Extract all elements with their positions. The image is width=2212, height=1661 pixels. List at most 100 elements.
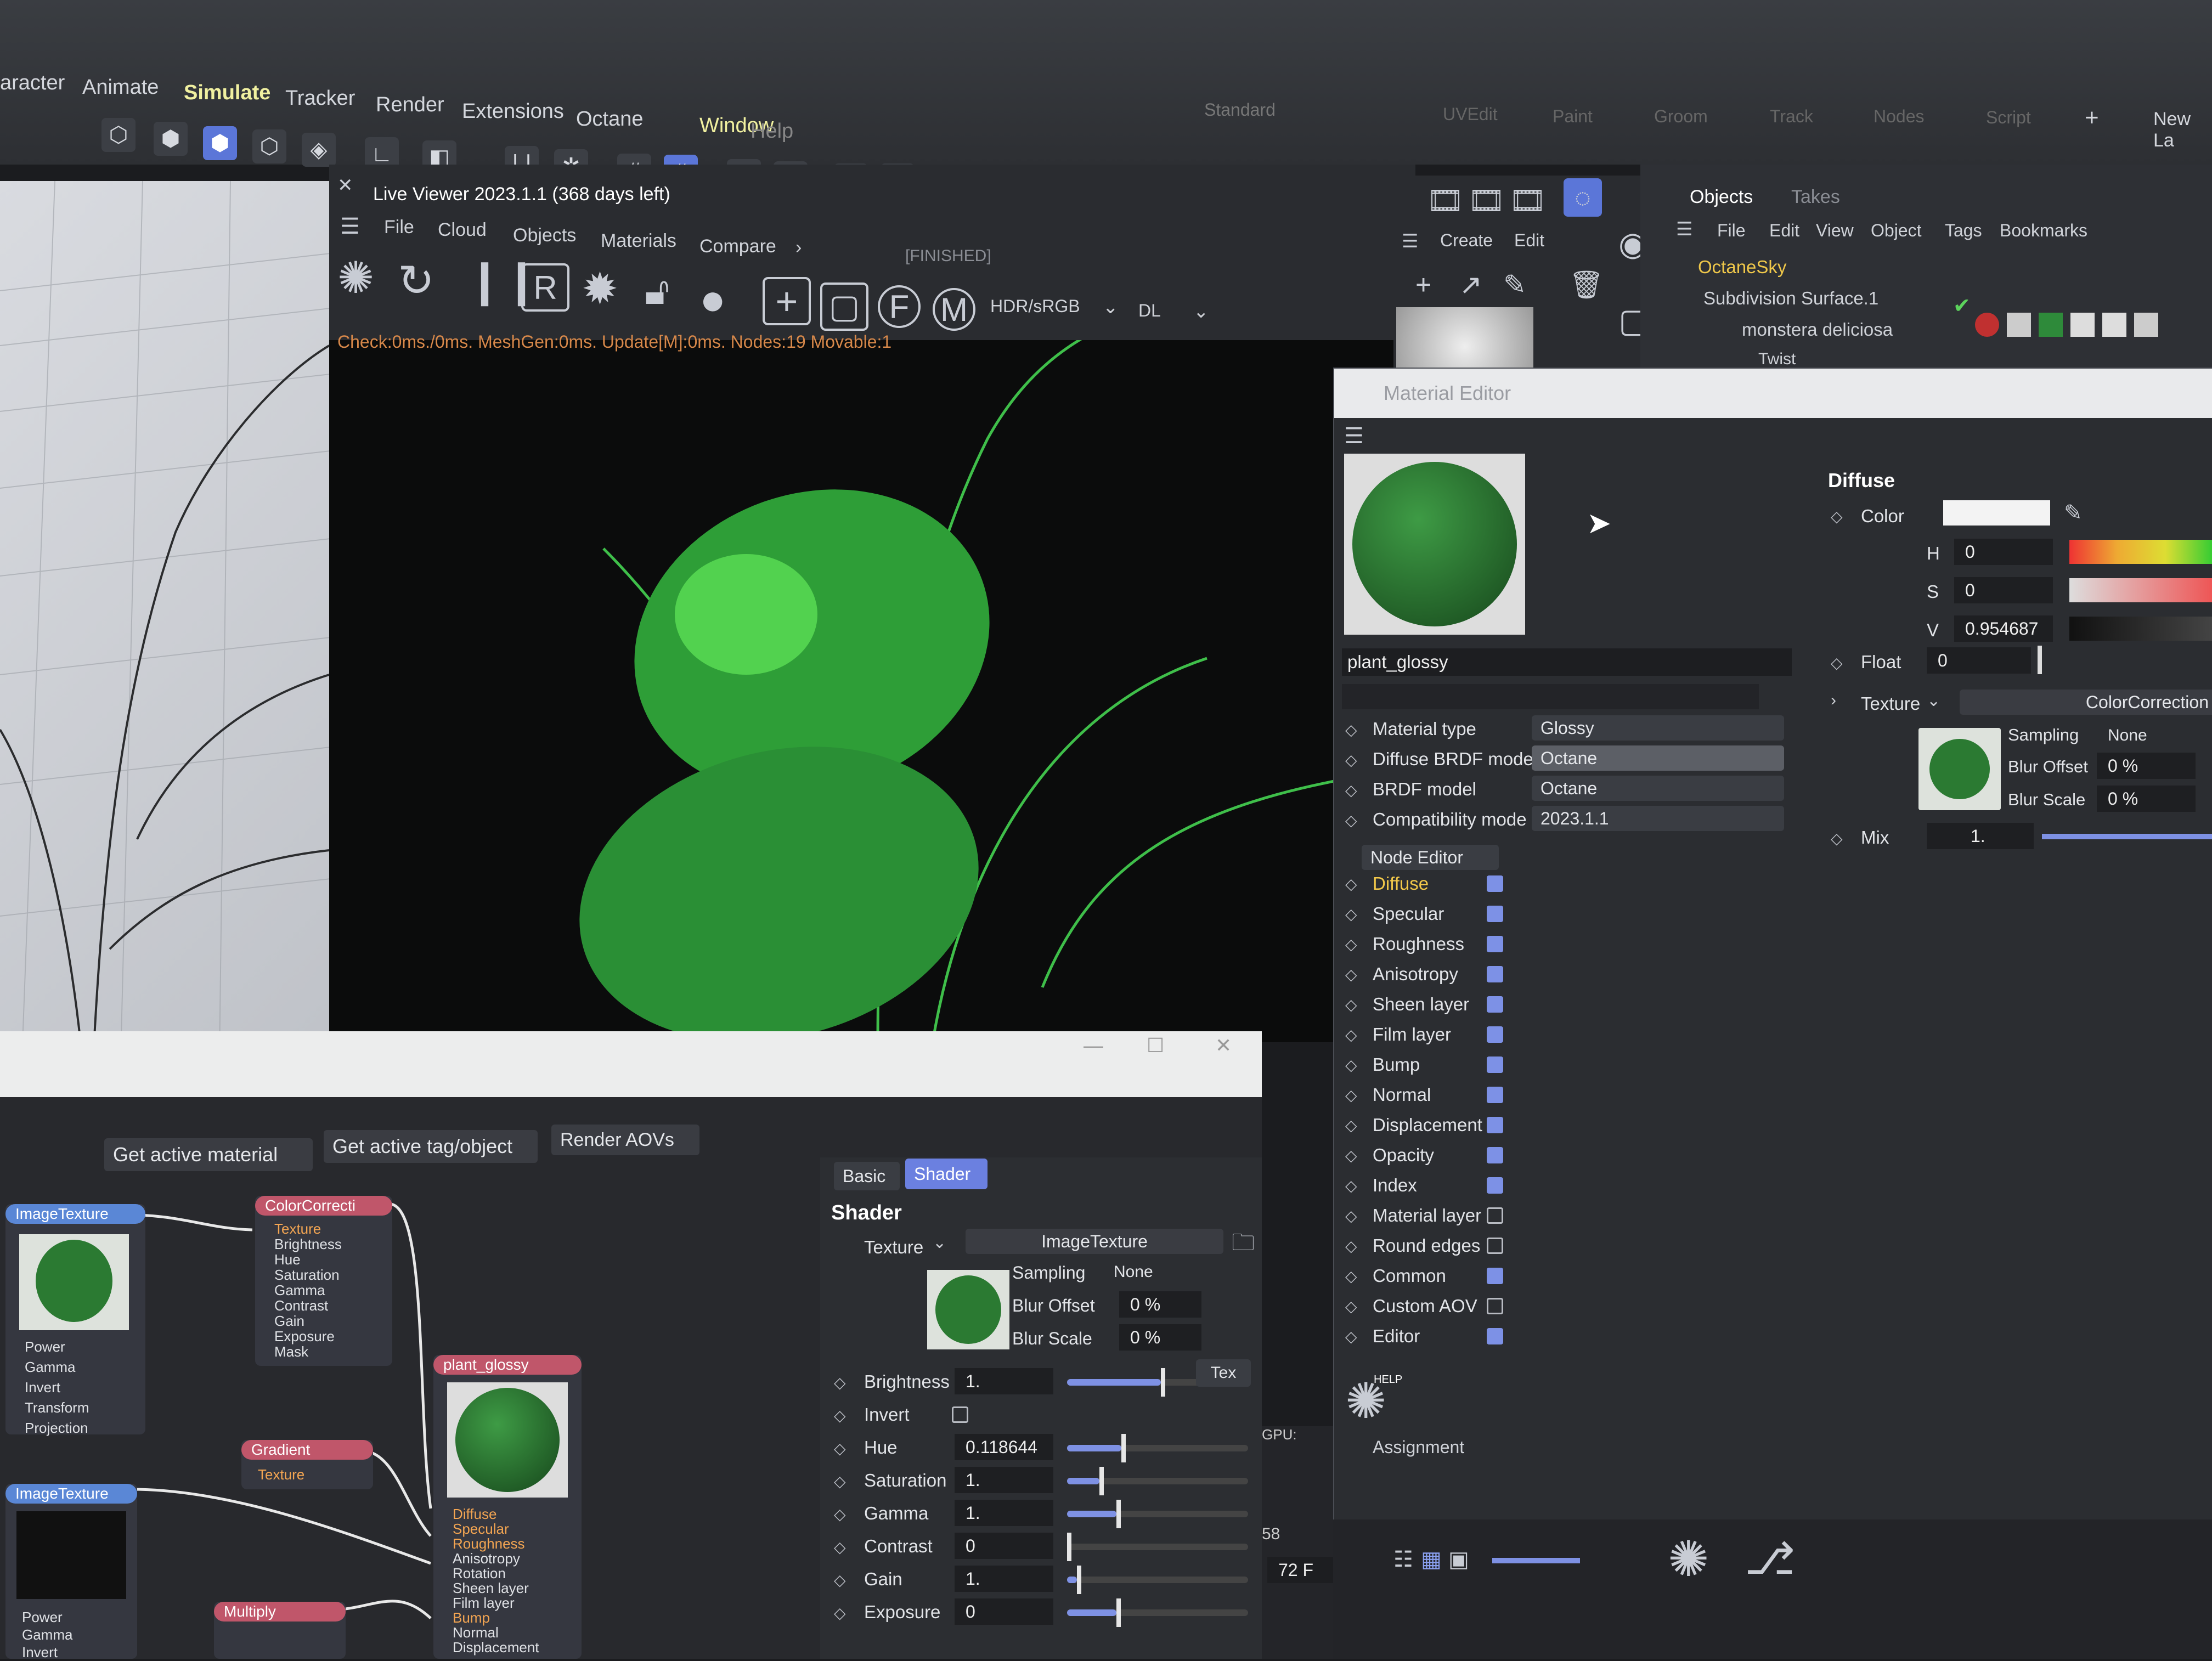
material-name-field[interactable]: plant_glossy bbox=[1342, 648, 1792, 676]
new-layout-button[interactable]: New La bbox=[2153, 109, 2212, 151]
obj-menu-bookmarks[interactable]: Bookmarks bbox=[2000, 221, 2087, 241]
grid-view-icon[interactable]: ▦ bbox=[1421, 1547, 1442, 1572]
node-image-texture-1[interactable]: ImageTexture Power Gamma Invert Transfor… bbox=[5, 1204, 145, 1437]
channel-checkbox[interactable] bbox=[1487, 1268, 1503, 1284]
menu-tracker[interactable]: Tracker bbox=[285, 87, 355, 110]
channel-checkbox[interactable] bbox=[1487, 936, 1503, 952]
keyframe-diamond-icon[interactable]: ◇ bbox=[1345, 1026, 1357, 1044]
port-gamma[interactable]: Gamma bbox=[22, 1626, 72, 1643]
arrow-icon[interactable]: ↗ bbox=[1459, 269, 1482, 301]
port-invert[interactable]: Invert bbox=[25, 1379, 60, 1396]
channel-roughness[interactable]: Roughness bbox=[1373, 934, 1464, 954]
layout-paint[interactable]: Paint bbox=[1553, 106, 1593, 127]
render-picture-icon[interactable]: 🎞︎ bbox=[1468, 184, 1505, 218]
keyframe-diamond-icon[interactable]: ◇ bbox=[834, 1472, 846, 1490]
channel-normal[interactable]: Normal bbox=[1373, 1084, 1431, 1105]
render-aovs-button[interactable]: Render AOVs bbox=[551, 1125, 699, 1155]
port-displacement[interactable]: Displacement bbox=[453, 1639, 539, 1656]
lv-menu-file[interactable]: File bbox=[384, 217, 414, 238]
create-menu[interactable]: Create bbox=[1440, 230, 1493, 251]
lv-menu-materials[interactable]: Materials bbox=[601, 230, 676, 252]
port-texture[interactable]: Texture bbox=[258, 1466, 304, 1483]
param-brightness-field[interactable]: 1. bbox=[955, 1368, 1053, 1394]
channel-film-layer[interactable]: Film layer bbox=[1373, 1024, 1451, 1045]
hue-slider[interactable] bbox=[2069, 540, 2212, 564]
slider-knob[interactable] bbox=[1099, 1467, 1104, 1495]
node-editor-button[interactable]: Node Editor bbox=[1362, 845, 1499, 870]
trash-icon[interactable]: 🗑︎ bbox=[1569, 269, 1604, 301]
keyframe-diamond-icon[interactable]: ◇ bbox=[1345, 996, 1357, 1014]
channel-checkbox[interactable] bbox=[1487, 1177, 1503, 1194]
material-path-field[interactable] bbox=[1342, 684, 1759, 709]
port-saturation[interactable]: Saturation bbox=[274, 1267, 340, 1284]
object-row-monstera[interactable]: monstera deliciosa bbox=[1742, 319, 1893, 340]
folder-icon[interactable]: 🗀︎ bbox=[1232, 1226, 1255, 1265]
polygons-mode-icon[interactable]: ◈ bbox=[302, 133, 336, 167]
channel-index[interactable]: Index bbox=[1373, 1175, 1417, 1196]
keyframe-diamond-icon[interactable]: ◇ bbox=[1345, 1207, 1357, 1225]
keyframe-diamond-icon[interactable]: ◇ bbox=[834, 1538, 846, 1556]
param-exposure-slider[interactable] bbox=[1067, 1598, 1248, 1627]
menu-animate[interactable]: Animate bbox=[82, 76, 159, 99]
restart-render-icon[interactable]: ↻ bbox=[398, 255, 435, 306]
edit-render-icon[interactable]: 🎞︎ bbox=[1509, 184, 1547, 218]
node-color-correction[interactable]: ColorCorrecti Texture Brightness Hue Satura… bbox=[255, 1196, 392, 1366]
obj-menu-tags[interactable]: Tags bbox=[1945, 221, 1982, 241]
octane-logo-icon[interactable]: ✺ bbox=[337, 252, 374, 303]
large-view-icon[interactable]: ▣ bbox=[1448, 1547, 1469, 1572]
channel-checkbox[interactable] bbox=[1487, 996, 1503, 1013]
node-graph-icon[interactable]: ⎇ bbox=[1745, 1533, 1795, 1584]
tab-shader[interactable]: Shader bbox=[905, 1159, 988, 1189]
param-gamma-field[interactable]: 1. bbox=[955, 1500, 1053, 1526]
points-mode-icon[interactable]: ⬢ bbox=[154, 122, 188, 156]
keyframe-diamond-icon[interactable]: ◇ bbox=[1345, 935, 1357, 953]
keyframe-diamond-icon[interactable]: ◇ bbox=[834, 1604, 846, 1622]
tex-button[interactable]: Tex bbox=[1196, 1359, 1251, 1387]
menu-octane[interactable]: Octane bbox=[576, 108, 644, 131]
close-icon[interactable]: ✕ bbox=[1215, 1034, 1232, 1057]
v-value-field[interactable]: 0.954687 bbox=[1954, 615, 2053, 642]
chevron-down-icon[interactable]: ⌄ bbox=[1927, 691, 1940, 710]
keyframe-diamond-icon[interactable]: ◇ bbox=[1345, 905, 1357, 923]
shader-sampling-select[interactable]: None bbox=[1114, 1263, 1153, 1281]
menu-extensions[interactable]: Extensions bbox=[462, 100, 564, 123]
mix-slider[interactable] bbox=[2042, 834, 2212, 839]
focus-picker-icon[interactable]: F bbox=[878, 285, 921, 328]
hamburger-icon[interactable]: ☰ bbox=[1344, 423, 1364, 449]
layout-script[interactable]: Script bbox=[1986, 108, 2031, 128]
add-region-icon[interactable]: + bbox=[763, 277, 811, 325]
keyframe-diamond-icon[interactable]: ◇ bbox=[1345, 965, 1357, 984]
channel-specular[interactable]: Specular bbox=[1373, 903, 1444, 924]
keyframe-diamond-icon[interactable]: ◇ bbox=[834, 1406, 846, 1425]
object-row-octanesky[interactable]: OctaneSky bbox=[1698, 257, 1786, 278]
tab-basic[interactable]: Basic bbox=[834, 1162, 900, 1190]
lock-icon[interactable]: 🔓︎ bbox=[645, 269, 669, 314]
channel-anisotropy[interactable]: Anisotropy bbox=[1373, 964, 1458, 985]
hamburger-icon[interactable]: ☰ bbox=[1402, 230, 1418, 252]
channel-custom-aov[interactable]: Custom AOV bbox=[1373, 1296, 1477, 1317]
help-logo-icon[interactable]: ✺ bbox=[1668, 1530, 1709, 1588]
param-gain-field[interactable]: 1. bbox=[955, 1566, 1053, 1592]
shader-blur-offset-field[interactable]: 0 % bbox=[1119, 1291, 1201, 1318]
slider-knob[interactable] bbox=[1121, 1434, 1126, 1462]
keyframe-diamond-icon[interactable]: ◇ bbox=[1345, 1237, 1357, 1255]
layout-nodes[interactable]: Nodes bbox=[1874, 106, 1925, 127]
port-gamma[interactable]: Gamma bbox=[25, 1359, 75, 1376]
chevron-down-icon[interactable]: ⌄ bbox=[1103, 296, 1119, 318]
param-contrast-slider[interactable] bbox=[1067, 1533, 1248, 1561]
node-plant-glossy[interactable]: plant_glossy Diffuse Specular Roughness Ani… bbox=[433, 1355, 582, 1659]
channel-bump[interactable]: Bump bbox=[1373, 1054, 1420, 1075]
port-gain[interactable]: Gain bbox=[274, 1313, 304, 1330]
keyframe-diamond-icon[interactable]: ◇ bbox=[1345, 1086, 1357, 1104]
obj-menu-view[interactable]: View bbox=[1816, 221, 1854, 241]
add-layout-icon[interactable]: + bbox=[2085, 104, 2099, 132]
object-row-twist[interactable]: Twist bbox=[1758, 350, 1796, 369]
brdf-model-select[interactable]: Octane bbox=[1532, 776, 1784, 801]
channel-common[interactable]: Common bbox=[1373, 1265, 1446, 1286]
shader-texture-button[interactable]: ImageTexture bbox=[966, 1229, 1223, 1254]
port-projection[interactable]: Projection bbox=[25, 1420, 88, 1437]
port-mask[interactable]: Mask bbox=[274, 1343, 308, 1360]
tex-blur-offset-field[interactable]: 0 % bbox=[2097, 753, 2196, 779]
keyframe-diamond-icon[interactable]: ◇ bbox=[1345, 1297, 1357, 1315]
param-hue-slider[interactable] bbox=[1067, 1434, 1248, 1462]
